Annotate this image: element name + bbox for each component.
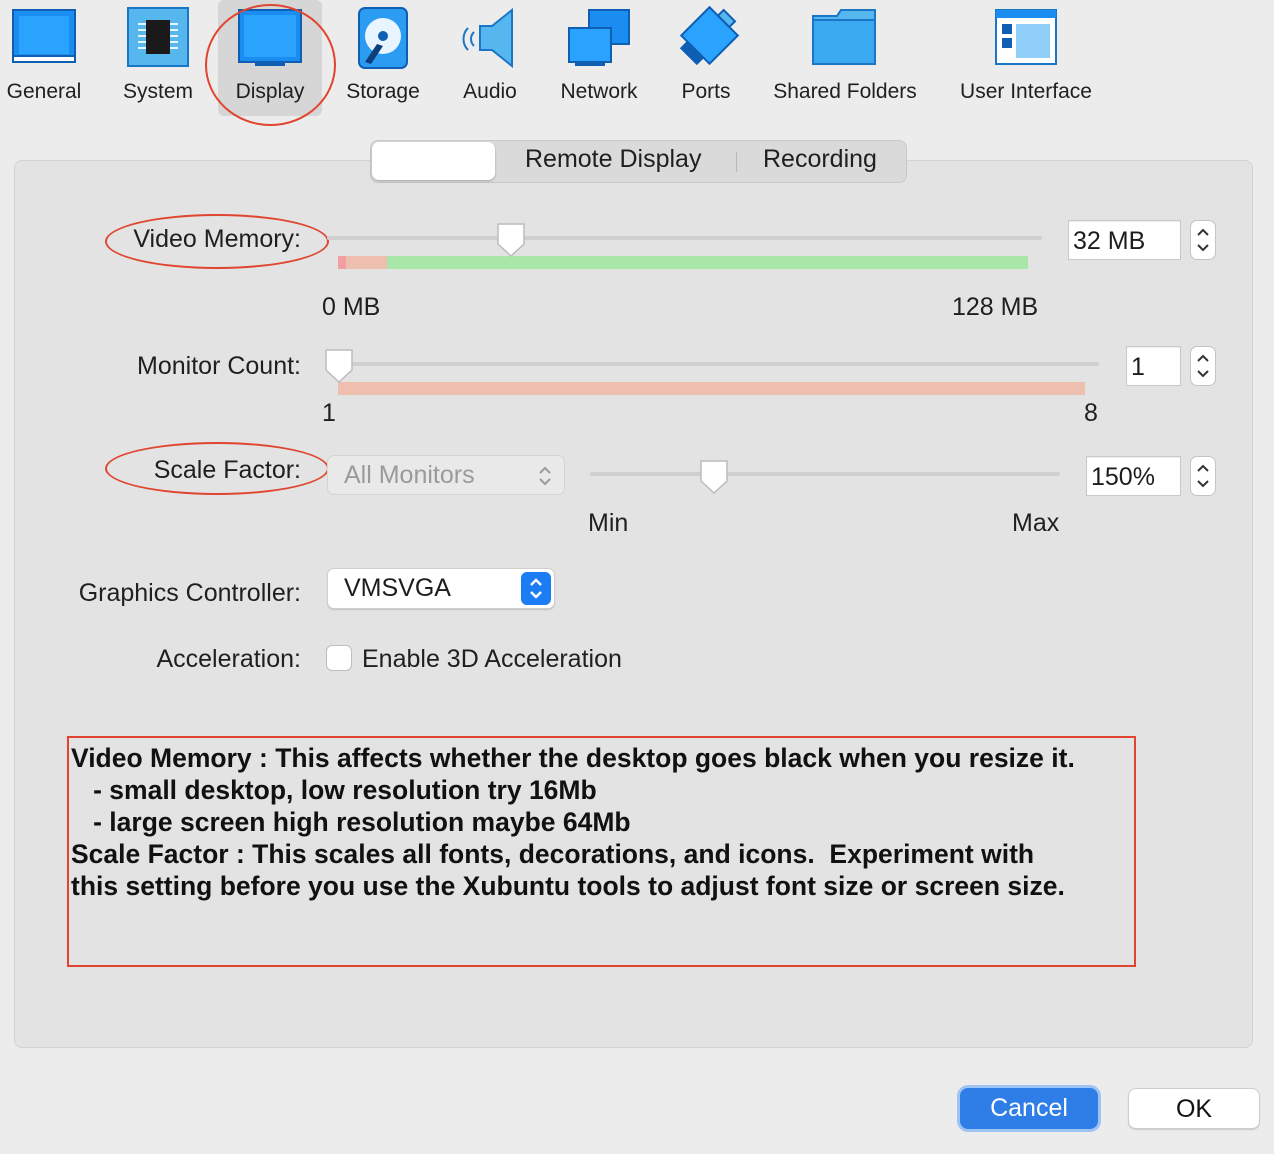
cancel-button[interactable]: Cancel [960,1088,1098,1129]
video-memory-slider-track[interactable] [327,236,1042,240]
video-memory-stepper[interactable] [1190,220,1216,260]
note-line: Scale Factor : This scales all fonts, de… [71,839,1035,869]
ok-button[interactable]: OK [1128,1088,1260,1129]
ports-icon [672,5,740,77]
user-interface-icon [994,6,1058,73]
video-memory-min-label: 0 MB [322,293,381,321]
enable-3d-acceleration-checkbox[interactable] [326,645,352,671]
toolbar-item-ports[interactable]: Ports [670,0,742,114]
chevron-up-down-icon [1197,228,1209,252]
graphics-controller-label: Graphics Controller: [78,579,301,607]
annotation-note: Video Memory : This affects whether the … [67,736,1136,967]
scale-factor-min-label: Min [588,509,629,537]
scale-factor-stepper[interactable] [1190,456,1216,496]
video-memory-field[interactable]: 32 MB [1068,220,1181,260]
monitor-count-slider-track[interactable] [327,362,1099,366]
tab-remote-display[interactable]: Remote Display [525,145,701,174]
monitor-count-slider-thumb[interactable] [324,348,354,384]
toolbar-label: Network [560,80,638,103]
toolbar-item-shared-folders[interactable]: Shared Folders [768,0,922,114]
tab-divider [736,152,737,172]
graphics-controller-value: VMSVGA [344,574,451,602]
shared-folders-icon [811,6,879,73]
toolbar-item-storage[interactable]: Storage [338,0,428,114]
monitor-count-label: Monitor Count: [137,352,301,380]
monitor-count-range-bar [338,382,1085,395]
toolbar-item-system[interactable]: System [110,0,206,114]
note-line: - large screen high resolution maybe 64M… [71,807,631,837]
chevron-up-down-icon [1197,464,1209,488]
video-memory-range-bar [338,256,1028,269]
toolbar-item-audio[interactable]: Audio [452,0,528,114]
scale-factor-monitor-value: All Monitors [344,461,475,489]
audio-icon [458,6,522,75]
graphics-controller-select[interactable]: VMSVGA [327,568,555,609]
system-icon [126,6,190,73]
tab-screen[interactable] [372,142,495,180]
toolbar-item-general[interactable]: General [0,0,88,114]
chevron-up-down-icon [521,572,551,605]
chevron-up-down-icon [539,466,551,486]
monitor-count-max-label: 8 [1084,399,1098,427]
toolbar-label: Storage [346,80,420,103]
toolbar-label: Audio [463,80,517,103]
scale-factor-max-label: Max [1012,509,1060,537]
general-icon [11,6,77,73]
annotation-oval-scale-factor [105,442,329,495]
network-icon [565,6,633,75]
note-line: this setting before you use the Xubuntu … [71,871,1065,901]
scale-factor-field[interactable]: 150% [1086,456,1181,496]
toolbar-label: Shared Folders [773,80,917,103]
storage-icon [355,6,411,75]
video-memory-max-label: 128 MB [952,293,1039,321]
monitor-count-min-label: 1 [322,399,336,427]
scale-factor-monitor-select[interactable]: All Monitors [327,455,565,495]
video-memory-slider-thumb[interactable] [496,222,526,258]
note-line: - small desktop, low resolution try 16Mb [71,775,597,805]
note-line: Video Memory : This affects whether the … [71,743,1075,773]
annotation-oval-video-memory [105,214,329,269]
chevron-up-down-icon [1197,354,1209,378]
acceleration-label: Acceleration: [156,645,301,673]
monitor-count-stepper[interactable] [1190,346,1216,386]
monitor-count-field[interactable]: 1 [1126,346,1181,386]
toolbar-item-user-interface[interactable]: User Interface [952,0,1100,114]
enable-3d-acceleration-label[interactable]: Enable 3D Acceleration [362,645,622,674]
toolbar-label: User Interface [960,80,1092,103]
toolbar-label: Ports [681,80,731,103]
scale-factor-slider-track[interactable] [590,472,1060,476]
toolbar-label: General [6,80,82,103]
tab-recording[interactable]: Recording [763,145,877,174]
annotation-oval-display [205,4,336,126]
scale-factor-slider-thumb[interactable] [699,459,729,495]
toolbar-label: System [122,80,193,103]
toolbar-item-network[interactable]: Network [552,0,646,114]
